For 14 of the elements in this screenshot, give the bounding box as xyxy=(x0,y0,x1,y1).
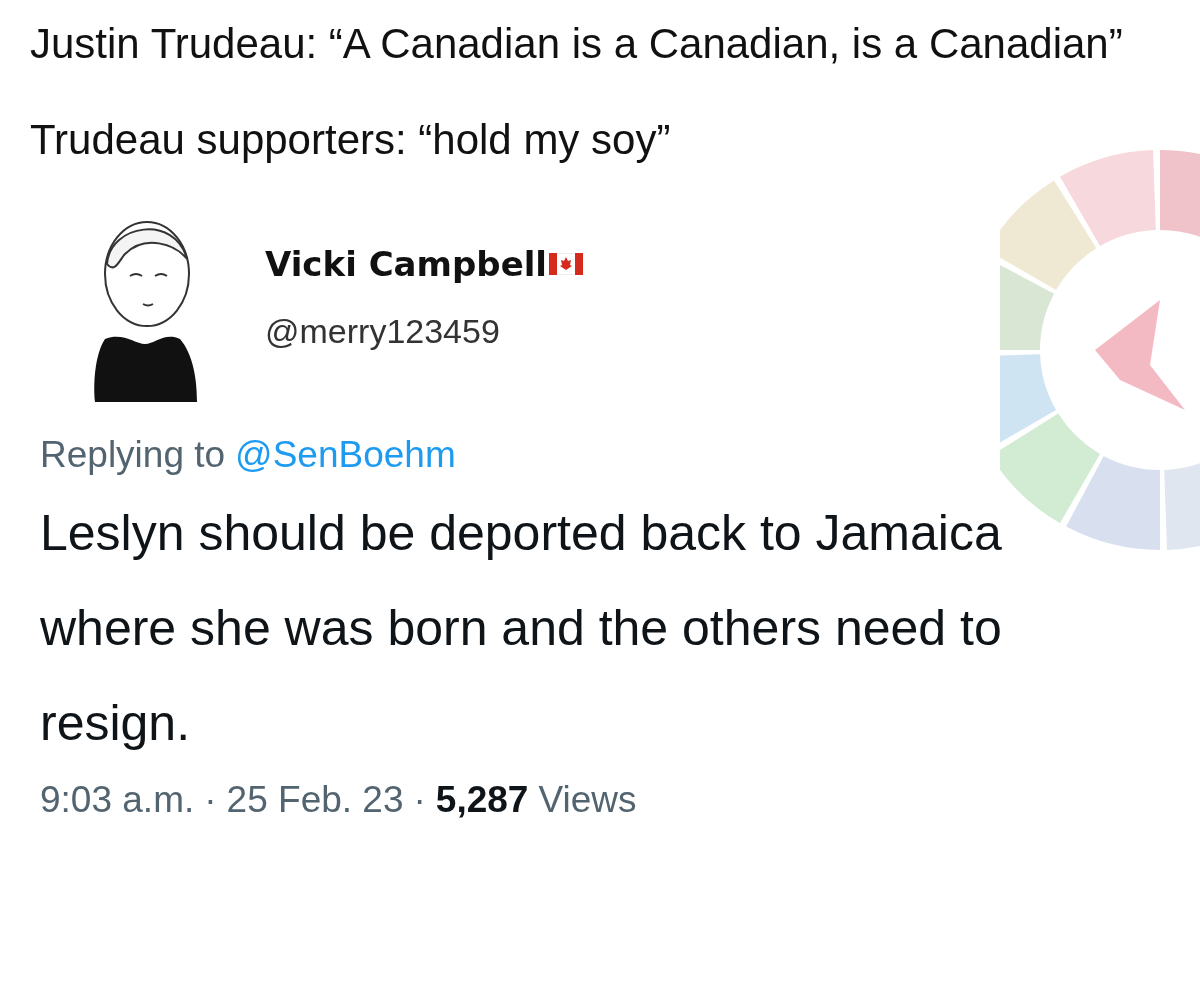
author-name: Vicki Campbell xyxy=(265,244,547,284)
tweet-text: Leslyn should be deported back to Jamaica where she was born and the others need to resign. xyxy=(40,504,1003,753)
caption-text: Justin Trudeau: “A Canadian is a Canadian, is a Canadian” xyxy=(30,20,1124,68)
mention-link[interactable]: @SenBoehm xyxy=(235,434,456,476)
caption-text: Trudeau supporters: “hold my soy” xyxy=(30,116,672,164)
reply-label: Replying to xyxy=(40,434,226,476)
separator-dot: · xyxy=(413,779,426,821)
views-label: Views xyxy=(538,779,637,821)
tweet-date: 25 Feb. 23 xyxy=(226,779,404,821)
tweet-time: 9:03 a.m. xyxy=(40,779,195,821)
author-handle: @merry123459 xyxy=(265,312,501,351)
separator-dot: · xyxy=(204,779,217,821)
views-count: 5,287 xyxy=(435,779,529,821)
maple-leaf-flag-icon xyxy=(549,253,583,275)
